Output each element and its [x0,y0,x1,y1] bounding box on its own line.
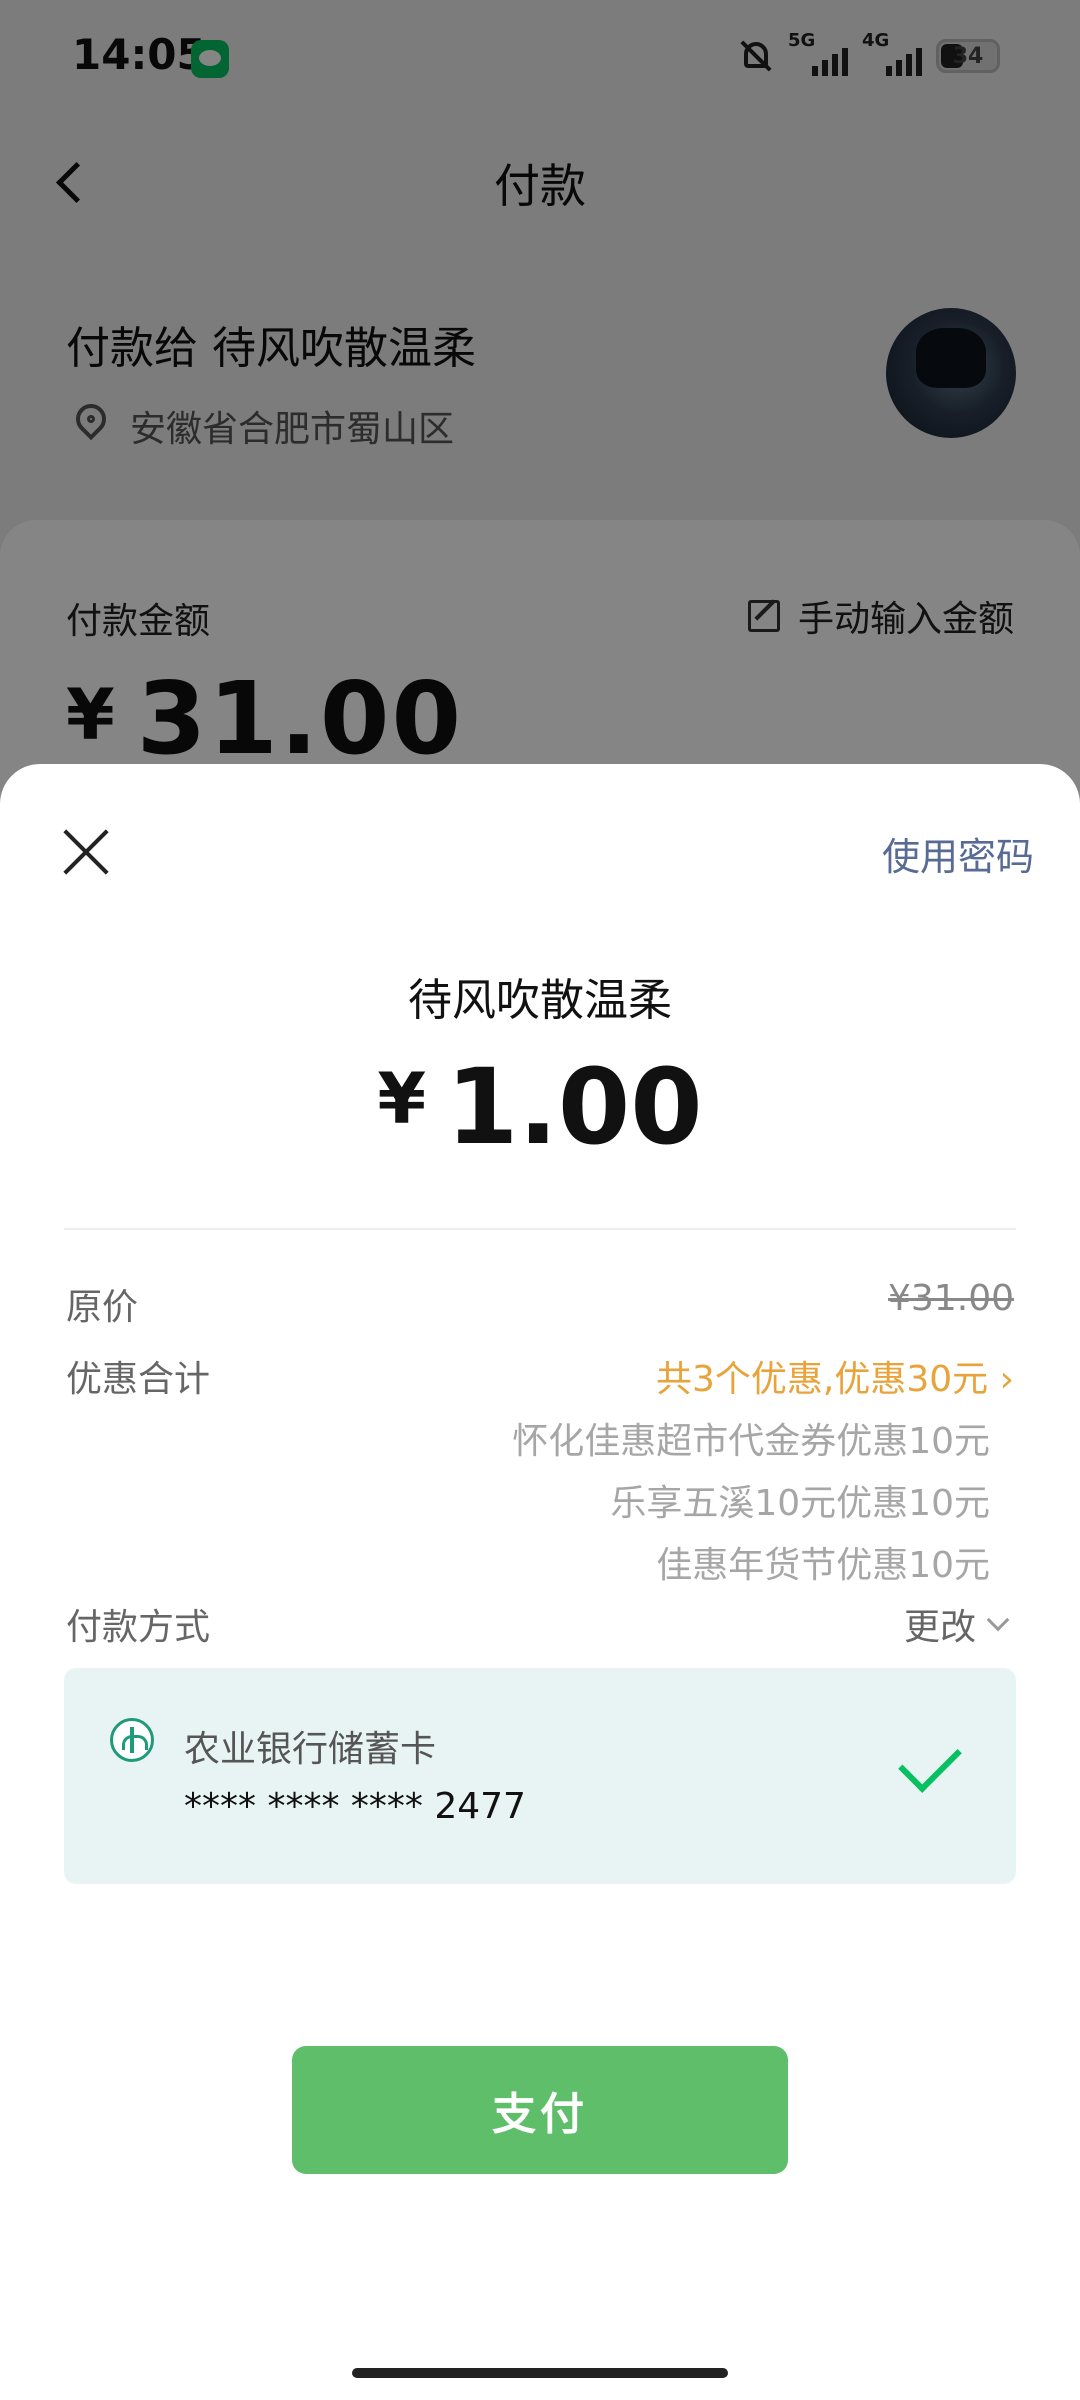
discount-item: 佳惠年货节优惠10元 [656,1545,990,1586]
original-price-label: 原价 [66,1287,139,1328]
discount-item: 乐享五溪10元优惠10元 [610,1483,990,1524]
card-number: **** **** **** 2477 [184,1786,526,1827]
final-amount-value: 1.00 [446,1046,703,1168]
pay-button[interactable]: 支付 [292,2046,788,2174]
payment-method-label: 付款方式 [66,1607,211,1648]
use-password-link[interactable]: 使用密码 [882,826,1034,881]
checkmark-icon [898,1729,962,1793]
final-amount: ¥1.00 [0,1046,1080,1168]
discount-total-link[interactable]: 共3个优惠,优惠30元 › [656,1350,1014,1402]
change-label: 更改 [903,1607,976,1648]
abc-bank-logo-icon [110,1718,154,1762]
bank-name: 农业银行储蓄卡 [184,1729,437,1770]
final-currency: ¥ [377,1058,427,1140]
discount-label: 优惠合计 [66,1359,211,1400]
discount-item: 怀化佳惠超市代金券优惠10元 [512,1421,990,1462]
sheet-payee-name: 待风吹散温柔 [408,975,672,1026]
change-payment-method-button[interactable]: 更改 [903,1598,1010,1650]
divider [64,1228,1016,1230]
chevron-down-icon [986,1608,1010,1632]
payment-card-option[interactable]: 农业银行储蓄卡 **** **** **** 2477 [64,1668,1016,1884]
payment-confirm-sheet: 使用密码 待风吹散温柔 ¥1.00 原价 ¥31.00 优惠合计 共3个优惠,优… [0,764,1080,2400]
original-price: ¥31.00 [888,1278,1014,1319]
close-icon[interactable] [60,826,112,878]
home-indicator[interactable] [352,2368,728,2378]
